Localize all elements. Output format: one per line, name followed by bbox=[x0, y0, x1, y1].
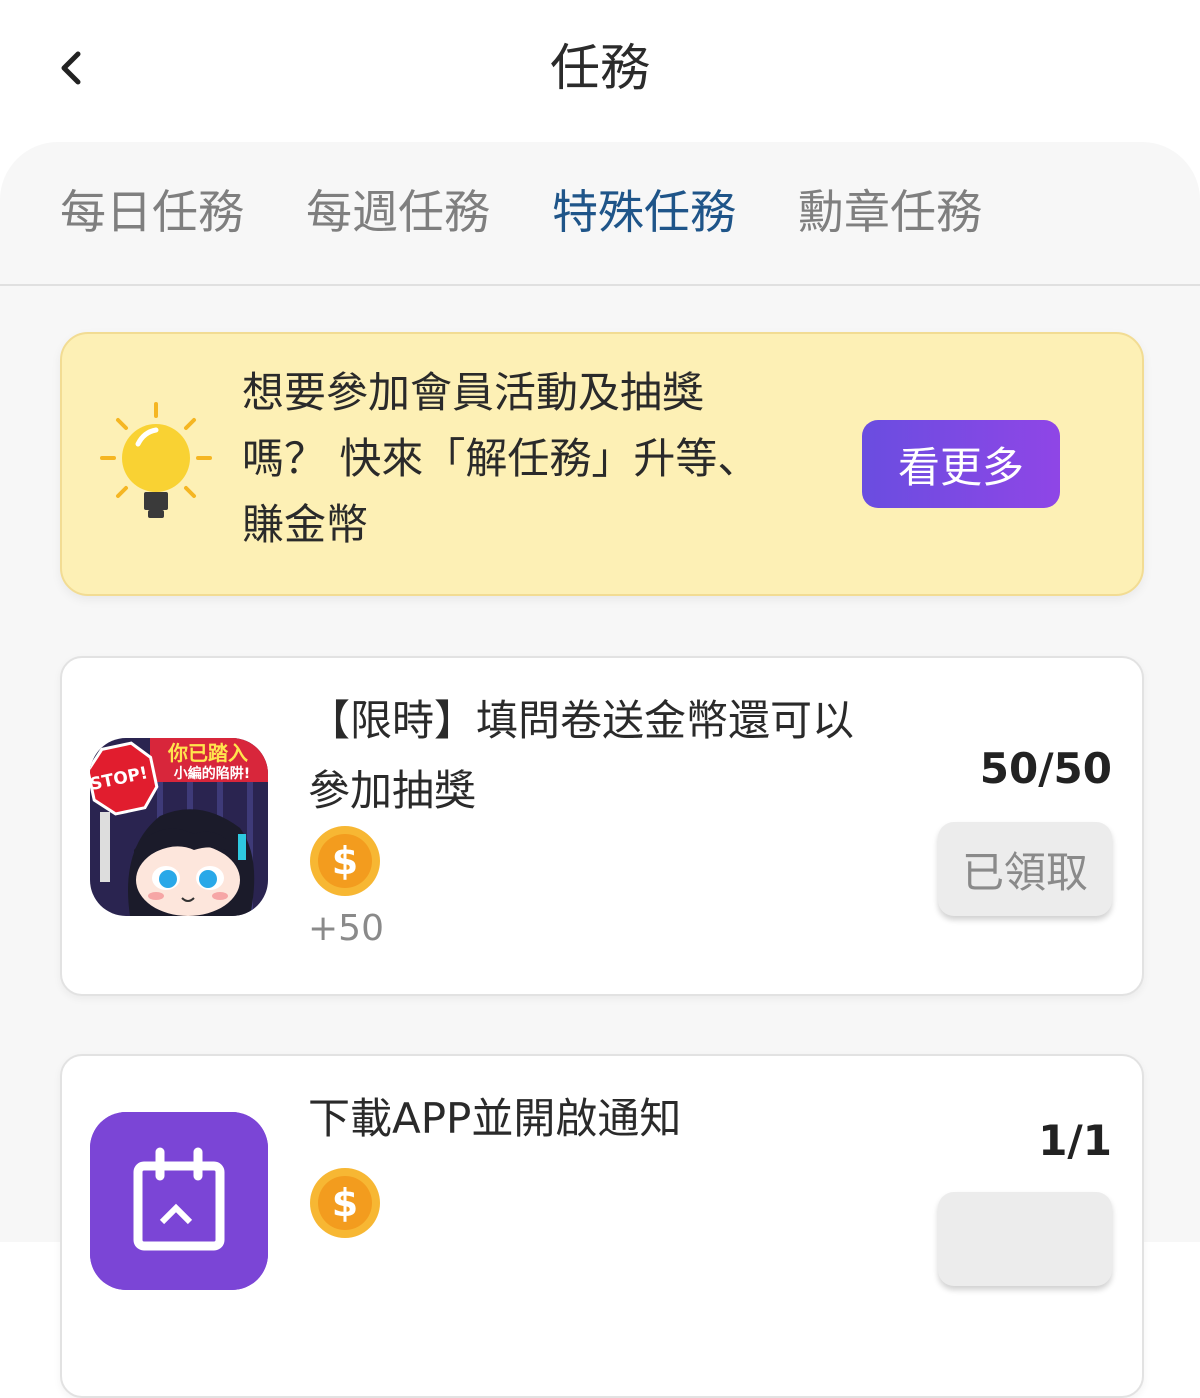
tab-daily-tasks[interactable]: 每日任務 bbox=[60, 180, 244, 244]
claimed-button[interactable]: 已領取 bbox=[938, 822, 1112, 916]
tip-message: 想要參加會員活動及抽獎 嗎？ 快來「解任務」升等、 賺金幣 bbox=[242, 360, 832, 558]
task-title: 【限時】填問卷送金幣還可以 參加抽獎 bbox=[308, 686, 948, 826]
task-card: 你已踏入 小編的陷阱! STOP! 【限時】填問卷送金幣還可以 參加抽獎 $ +… bbox=[60, 656, 1144, 996]
tip-line-1: 想要參加會員活動及抽獎 bbox=[242, 368, 705, 417]
task-thumbnail-app bbox=[90, 1112, 268, 1290]
page-title: 任務 bbox=[550, 39, 650, 97]
promo-tip-banner: 想要參加會員活動及抽獎 嗎？ 快來「解任務」升等、 賺金幣 看更多 bbox=[60, 332, 1144, 596]
tab-special-tasks[interactable]: 特殊任務 bbox=[552, 180, 736, 244]
thumbnail-caption-1: 你已踏入 bbox=[167, 741, 248, 765]
app-header: 任務 bbox=[0, 0, 1200, 140]
claim-button[interactable] bbox=[938, 1192, 1112, 1286]
lightbulb-icon bbox=[100, 402, 212, 518]
tab-weekly-tasks[interactable]: 每週任務 bbox=[306, 180, 490, 244]
task-progress: 50/50 bbox=[979, 744, 1112, 793]
see-more-button[interactable]: 看更多 bbox=[862, 420, 1060, 508]
tip-line-3: 賺金幣 bbox=[242, 500, 369, 549]
task-title-line-1: 【限時】填問卷送金幣還可以 bbox=[308, 696, 855, 745]
task-tabs: 每日任務 每週任務 特殊任務 勳章任務 bbox=[0, 142, 1200, 286]
thumbnail-caption-2: 小編的陷阱! bbox=[174, 765, 250, 782]
reward-amount: +50 bbox=[308, 908, 384, 949]
coin-icon: $ bbox=[310, 1168, 380, 1238]
task-title-line-1: 下載APP並開啟通知 bbox=[308, 1094, 682, 1143]
svg-text:$: $ bbox=[332, 1181, 358, 1225]
content-sheet: 每日任務 每週任務 特殊任務 勳章任務 想要參加會員活動及抽獎 嗎？ 快來「解任… bbox=[0, 142, 1200, 1398]
task-card: 下載APP並開啟通知 $ 1/1 bbox=[60, 1054, 1144, 1398]
tip-line-2: 嗎？ 快來「解任務」升等、 bbox=[242, 434, 760, 483]
calendar-icon bbox=[90, 1112, 268, 1290]
task-thumbnail: 你已踏入 小編的陷阱! STOP! bbox=[90, 738, 268, 916]
task-title: 下載APP並開啟通知 bbox=[308, 1084, 948, 1154]
task-title-line-2: 參加抽獎 bbox=[308, 766, 477, 815]
task-progress: 1/1 bbox=[1038, 1116, 1112, 1165]
tab-medal-tasks[interactable]: 勳章任務 bbox=[798, 180, 982, 244]
svg-text:$: $ bbox=[332, 839, 358, 883]
coin-icon: $ bbox=[310, 826, 380, 896]
